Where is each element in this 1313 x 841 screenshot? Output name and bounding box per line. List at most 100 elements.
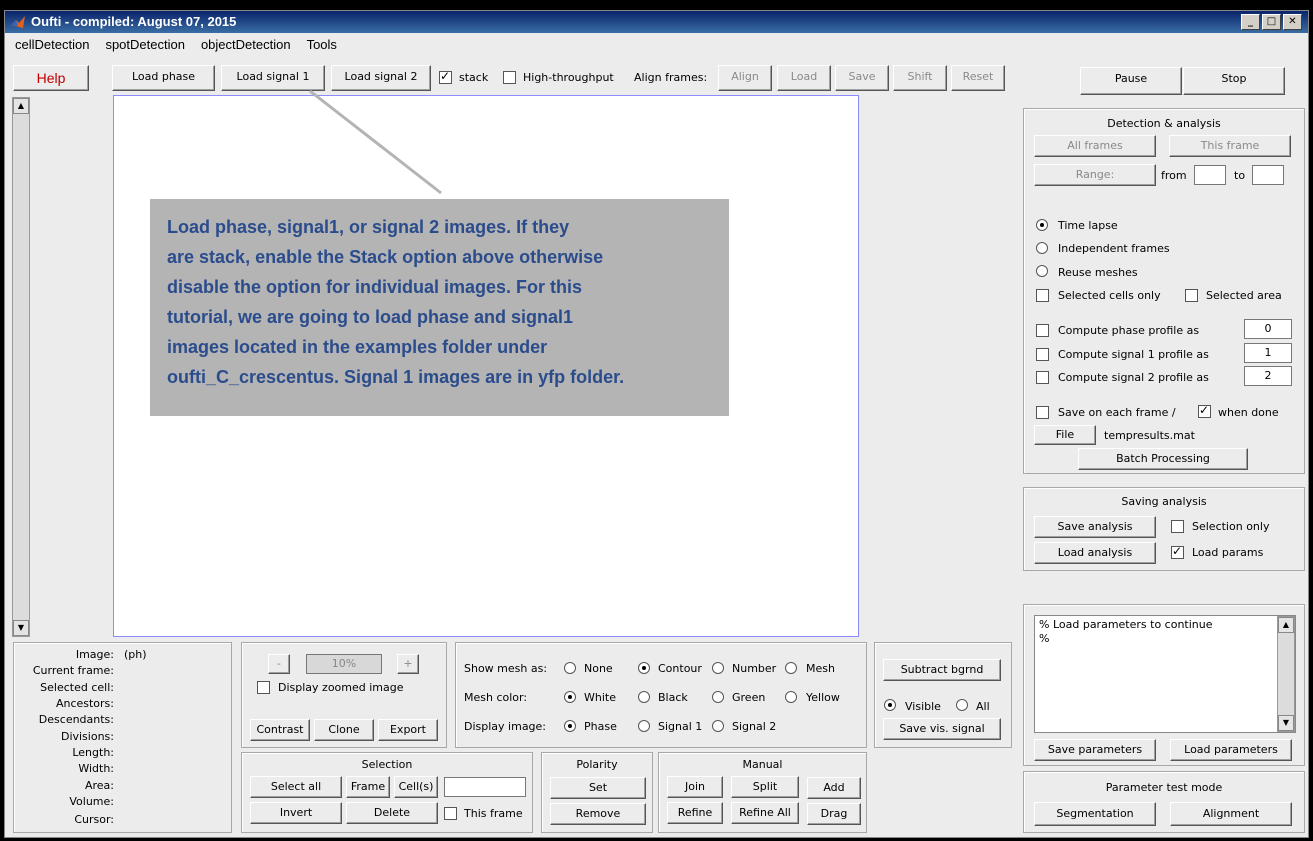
compute-signal1-checkbox[interactable] bbox=[1036, 348, 1049, 361]
load-params-checkbox[interactable] bbox=[1171, 544, 1184, 559]
menu-celldetection[interactable]: cellDetection bbox=[15, 33, 89, 55]
test-mode-panel: Parameter test mode Segmentation Alignme… bbox=[1023, 771, 1305, 833]
parameters-log[interactable]: % Load parameters to continue % ▲ ▼ bbox=[1034, 615, 1296, 733]
contrast-button[interactable]: Contrast bbox=[250, 719, 310, 741]
image-phase-radio[interactable] bbox=[564, 720, 576, 732]
maximize-button[interactable]: □ bbox=[1262, 14, 1281, 30]
save-each-frame-checkbox[interactable] bbox=[1036, 406, 1049, 419]
export-button[interactable]: Export bbox=[378, 719, 438, 741]
image-signal2-radio[interactable] bbox=[712, 720, 724, 732]
zoom-out-button[interactable]: - bbox=[268, 654, 290, 674]
menu-spotdetection[interactable]: spotDetection bbox=[105, 33, 185, 55]
clone-button[interactable]: Clone bbox=[314, 719, 374, 741]
log-scroll-up-icon[interactable]: ▲ bbox=[1278, 617, 1294, 633]
help-button[interactable]: Help bbox=[13, 65, 89, 91]
compute-signal2-checkbox[interactable] bbox=[1036, 371, 1049, 384]
menu-tools[interactable]: Tools bbox=[307, 33, 337, 55]
range-from-input[interactable] bbox=[1194, 165, 1226, 185]
save-parameters-button[interactable]: Save parameters bbox=[1034, 739, 1156, 761]
this-frame-checkbox[interactable] bbox=[444, 807, 457, 820]
high-throughput-checkbox[interactable] bbox=[503, 71, 516, 84]
results-filename: tempresults.mat bbox=[1104, 429, 1195, 442]
saving-panel: Saving analysis Save analysis Selection … bbox=[1023, 487, 1305, 571]
mesh-none-radio[interactable] bbox=[564, 662, 576, 674]
compute-signal1-input[interactable]: 1 bbox=[1244, 343, 1292, 363]
segmentation-button[interactable]: Segmentation bbox=[1034, 802, 1156, 826]
reset-button[interactable]: Reset bbox=[951, 65, 1005, 91]
mesh-contour-radio[interactable] bbox=[638, 662, 650, 674]
shift-button[interactable]: Shift bbox=[893, 65, 947, 91]
split-button[interactable]: Split bbox=[731, 776, 799, 798]
delete-button[interactable]: Delete bbox=[346, 802, 438, 824]
select-all-button[interactable]: Select all bbox=[250, 776, 342, 798]
reuse-meshes-radio[interactable] bbox=[1036, 265, 1048, 277]
selection-only-checkbox[interactable] bbox=[1171, 520, 1184, 533]
log-scroll-down-icon[interactable]: ▼ bbox=[1278, 715, 1294, 731]
zoom-level-field[interactable]: 10% bbox=[306, 654, 382, 674]
range-to-input[interactable] bbox=[1252, 165, 1284, 185]
load-parameters-button[interactable]: Load parameters bbox=[1170, 739, 1292, 761]
join-button[interactable]: Join bbox=[667, 776, 723, 798]
selected-area-checkbox[interactable] bbox=[1185, 289, 1198, 302]
time-lapse-radio[interactable] bbox=[1036, 219, 1048, 231]
align-button[interactable]: Align bbox=[718, 65, 772, 91]
color-yellow-radio[interactable] bbox=[785, 691, 797, 703]
invert-button[interactable]: Invert bbox=[250, 802, 342, 824]
all-frames-button[interactable]: All frames bbox=[1034, 135, 1156, 157]
image-signal1-radio[interactable] bbox=[638, 720, 650, 732]
file-button[interactable]: File bbox=[1034, 425, 1096, 445]
drag-button[interactable]: Drag bbox=[807, 803, 861, 825]
compute-phase-checkbox[interactable] bbox=[1036, 324, 1049, 337]
load-signal1-button[interactable]: Load signal 1 bbox=[221, 65, 325, 91]
save-analysis-button[interactable]: Save analysis bbox=[1034, 516, 1156, 538]
independent-frames-radio[interactable] bbox=[1036, 242, 1048, 254]
color-white-radio[interactable] bbox=[564, 691, 576, 703]
load-analysis-button[interactable]: Load analysis bbox=[1034, 542, 1156, 564]
save-vis-signal-button[interactable]: Save vis. signal bbox=[883, 718, 1001, 740]
load-phase-button[interactable]: Load phase bbox=[112, 65, 215, 91]
cells-input[interactable] bbox=[444, 777, 526, 797]
pause-button[interactable]: Pause bbox=[1080, 67, 1182, 95]
load-signal2-button[interactable]: Load signal 2 bbox=[331, 65, 431, 91]
log-scrollbar[interactable]: ▲ ▼ bbox=[1277, 616, 1295, 732]
display-zoomed-checkbox[interactable] bbox=[257, 681, 270, 694]
mesh-mesh-radio[interactable] bbox=[785, 662, 797, 674]
align-save-button[interactable]: Save bbox=[835, 65, 889, 91]
add-button[interactable]: Add bbox=[807, 777, 861, 799]
frame-scrollbar[interactable]: ▲ ▼ bbox=[12, 97, 30, 637]
compute-signal1-label: Compute signal 1 profile as bbox=[1058, 348, 1209, 361]
polarity-remove-button[interactable]: Remove bbox=[550, 803, 646, 825]
stack-checkbox[interactable] bbox=[439, 69, 452, 84]
refine-button[interactable]: Refine bbox=[667, 802, 723, 824]
batch-processing-button[interactable]: Batch Processing bbox=[1078, 448, 1248, 470]
selected-cells-only-checkbox[interactable] bbox=[1036, 289, 1049, 302]
stop-button[interactable]: Stop bbox=[1183, 67, 1285, 95]
frame-button[interactable]: Frame bbox=[346, 776, 390, 798]
compute-signal2-input[interactable]: 2 bbox=[1244, 366, 1292, 386]
refine-all-button[interactable]: Refine All bbox=[731, 802, 799, 824]
this-frame-label: This frame bbox=[464, 807, 523, 820]
color-option-label: Black bbox=[658, 691, 688, 704]
all-radio[interactable] bbox=[956, 699, 968, 711]
align-load-button[interactable]: Load bbox=[777, 65, 831, 91]
color-green-radio[interactable] bbox=[712, 691, 724, 703]
menu-objectdetection[interactable]: objectDetection bbox=[201, 33, 291, 55]
color-black-radio[interactable] bbox=[638, 691, 650, 703]
zoom-in-button[interactable]: + bbox=[397, 654, 419, 674]
compute-phase-input[interactable]: 0 bbox=[1244, 319, 1292, 339]
range-button[interactable]: Range: bbox=[1034, 164, 1156, 186]
cells-button[interactable]: Cell(s) bbox=[394, 776, 438, 798]
this-frame-button[interactable]: This frame bbox=[1169, 135, 1291, 157]
when-done-checkbox[interactable] bbox=[1198, 403, 1211, 418]
minimize-button[interactable]: _ bbox=[1241, 14, 1260, 30]
subtract-bgrnd-button[interactable]: Subtract bgrnd bbox=[883, 659, 1001, 681]
close-button[interactable]: ✕ bbox=[1283, 14, 1302, 30]
alignment-button[interactable]: Alignment bbox=[1170, 802, 1292, 826]
color-option-label: White bbox=[584, 691, 616, 704]
polarity-set-button[interactable]: Set bbox=[550, 777, 646, 799]
scroll-down-icon[interactable]: ▼ bbox=[13, 620, 29, 636]
compute-signal2-label: Compute signal 2 profile as bbox=[1058, 371, 1209, 384]
scroll-up-icon[interactable]: ▲ bbox=[13, 98, 29, 114]
mesh-number-radio[interactable] bbox=[712, 662, 724, 674]
visible-radio[interactable] bbox=[884, 699, 896, 711]
